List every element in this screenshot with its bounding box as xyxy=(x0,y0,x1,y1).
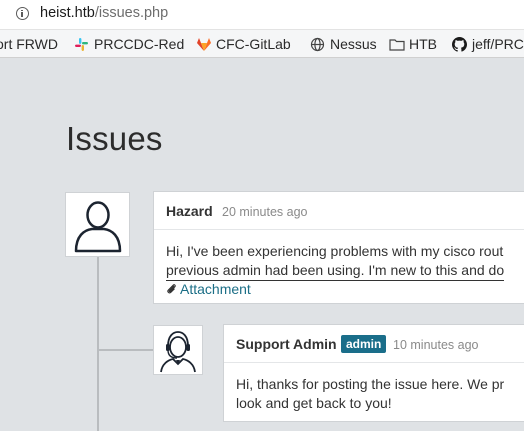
reply-body-line-1: Hi, thanks for posting the issue here. W… xyxy=(236,376,505,392)
reply-body: Hi, thanks for posting the issue here. W… xyxy=(236,375,504,413)
globe-icon xyxy=(310,37,325,52)
role-badge: admin xyxy=(341,335,387,353)
attachment-link[interactable]: Attachment xyxy=(166,281,251,297)
github-icon xyxy=(452,36,467,52)
issue-author: Hazard xyxy=(166,203,213,219)
page-title: Issues xyxy=(66,120,163,157)
bookmark-prccdc-red[interactable]: PRCCDC-Red xyxy=(74,36,184,52)
issue-time: 20 minutes ago xyxy=(222,205,308,219)
support-agent-icon xyxy=(160,331,196,373)
issue-body-line-1: Hi, I've been experiencing problems with… xyxy=(166,243,504,259)
user-icon xyxy=(74,201,122,253)
bookmark-cfc-gitlab[interactable]: CFC-GitLab xyxy=(196,36,291,52)
bookmark-htb[interactable]: HTB xyxy=(389,36,437,52)
gitlab-icon xyxy=(196,37,211,52)
reply-card: Support Admin admin 10 minutes ago Hi, t… xyxy=(223,324,524,422)
bookmark-label: jeff/PRC xyxy=(472,36,524,52)
slack-icon xyxy=(74,37,89,52)
bookmark-label: HTB xyxy=(409,36,437,52)
bookmarks-bar: ort FRWD PRCCDC-Red CFC-GitLab Nessus HT… xyxy=(0,30,524,58)
bookmark-frwd[interactable]: ort FRWD xyxy=(0,36,58,52)
url-bar[interactable]: heist.htb/issues.php xyxy=(0,0,524,30)
timeline-branch xyxy=(99,349,153,351)
bookmark-label: PRCCDC-Red xyxy=(94,36,185,52)
info-icon[interactable] xyxy=(16,7,29,20)
reply-header: Support Admin admin 10 minutes ago xyxy=(224,325,524,363)
timeline-line xyxy=(97,256,99,431)
paperclip-icon xyxy=(167,284,176,294)
folder-icon xyxy=(389,37,405,52)
bookmark-label: CFC-GitLab xyxy=(216,36,291,52)
reply-body-line-2: look and get back to you! xyxy=(236,395,392,411)
reply-author: Support Admin xyxy=(236,336,337,352)
issue-body-line-2: previous admin had been using. I'm new t… xyxy=(166,261,505,281)
issue-card: Hazard 20 minutes ago Hi, I've been expe… xyxy=(153,191,524,304)
url-path: /issues.php xyxy=(94,5,169,21)
bookmark-jeff-prc[interactable]: jeff/PRC xyxy=(452,36,524,52)
avatar xyxy=(65,192,130,257)
issue-header: Hazard 20 minutes ago xyxy=(154,192,524,230)
reply-time: 10 minutes ago xyxy=(393,338,479,352)
avatar xyxy=(153,325,203,375)
issue-body: Hi, I've been experiencing problems with… xyxy=(166,242,505,281)
url-text[interactable]: heist.htb/issues.php xyxy=(40,5,168,21)
bookmark-nessus[interactable]: Nessus xyxy=(310,36,377,52)
attachment-label: Attachment xyxy=(180,281,251,297)
bookmark-label: ort FRWD xyxy=(0,36,58,52)
bookmark-label: Nessus xyxy=(330,36,377,52)
url-host: heist.htb xyxy=(40,5,95,21)
